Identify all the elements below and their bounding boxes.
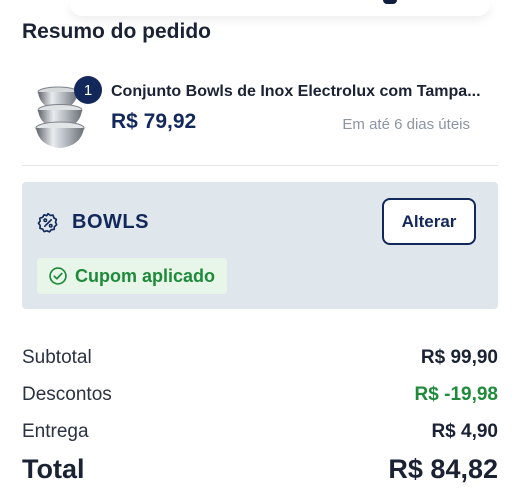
coupon-panel: BOWLS Alterar Cupom aplicado: [22, 182, 498, 309]
divider: [22, 165, 498, 166]
product-name[interactable]: Conjunto Bowls de Inox Electrolux com Ta…: [111, 83, 491, 101]
shipping-label: Entrega: [22, 421, 89, 442]
discount-value: R$ -19,98: [414, 384, 498, 405]
subtotal-value: R$ 99,90: [420, 347, 498, 368]
order-item: 1 Conjunto Bowls de Inox Electrolux com …: [22, 76, 498, 154]
product-price: R$ 79,92: [111, 110, 197, 133]
quantity-badge: 1: [74, 76, 102, 104]
change-coupon-button[interactable]: Alterar: [382, 198, 476, 245]
total-label: Total: [22, 454, 85, 484]
total-row: Total R$ 84,82: [22, 454, 498, 485]
shipping-row: Entrega R$ 4,90: [22, 421, 498, 443]
subtotal-row: Subtotal R$ 99,90: [22, 347, 498, 369]
discount-row: Descontos R$ -19,98: [22, 384, 498, 406]
coupon-code: BOWLS: [72, 211, 149, 233]
subtotal-label: Subtotal: [22, 347, 92, 368]
coupon-applied-label: Cupom aplicado: [75, 265, 216, 286]
order-summary-title: Resumo do pedido: [22, 20, 211, 43]
discount-label: Descontos: [22, 384, 112, 405]
delivery-estimate: Em até 6 dias úteis: [342, 116, 470, 133]
total-value: R$ 84,82: [388, 454, 498, 484]
shipping-value: R$ 4,90: [431, 421, 498, 442]
coupon-applied-badge: Cupom aplicado: [37, 258, 228, 294]
percent-badge-icon: [37, 212, 58, 233]
check-circle-icon: [49, 267, 67, 285]
top-bar-edge: [70, 0, 490, 16]
top-bar-fragment: [383, 0, 397, 4]
